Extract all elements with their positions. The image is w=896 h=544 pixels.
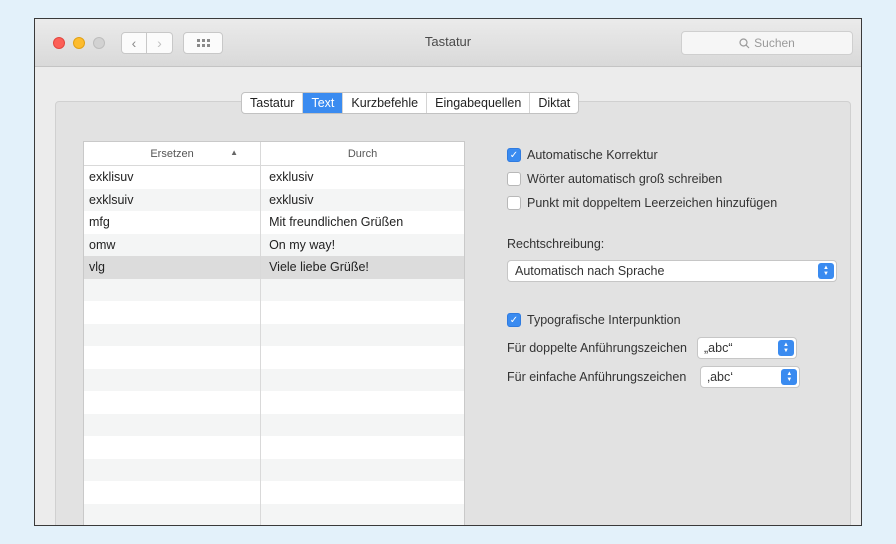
- search-field[interactable]: Suchen: [681, 31, 853, 55]
- tab-text[interactable]: Text: [303, 93, 344, 113]
- empty-row: [84, 503, 464, 525]
- single-quotes-select[interactable]: ‚abc‘ ▲ ▼: [700, 366, 801, 388]
- autocorrect-label: Automatische Korrektur: [527, 148, 658, 162]
- title-bar: ‹ › Tastatur Suchen: [35, 19, 861, 67]
- column-header-replace[interactable]: Ersetzen ▲: [84, 142, 262, 165]
- empty-row: [84, 436, 464, 459]
- tab-eingabequellen[interactable]: Eingabequellen: [427, 93, 531, 113]
- replace-cell[interactable]: omw: [84, 233, 262, 256]
- empty-row: [84, 458, 464, 481]
- autocorrect-checkbox[interactable]: ✓ Automatische Korrektur: [507, 143, 847, 167]
- tab-diktat[interactable]: Diktat: [530, 93, 578, 113]
- replace-cell[interactable]: exklisuv: [84, 166, 262, 189]
- column-header-with-label: Durch: [347, 147, 378, 160]
- search-icon: [739, 37, 750, 48]
- empty-row: [84, 301, 464, 324]
- double-quotes-value: „abc“: [704, 341, 733, 355]
- table-row[interactable]: exklisuv exklusiv: [84, 166, 464, 189]
- tab-bar: Tastatur Text Kurzbefehle Eingabequellen…: [241, 92, 580, 114]
- double-quotes-select[interactable]: „abc“ ▲ ▼: [697, 337, 797, 359]
- with-cell[interactable]: Mit freundlichen Grüßen: [261, 211, 464, 234]
- preferences-window: ‹ › Tastatur Suchen Tastatur Text Kurzbe…: [34, 18, 862, 526]
- double-quotes-label: Für doppelte Anführungszeichen: [507, 341, 687, 355]
- double-space-period-label: Punkt mit doppeltem Leerzeichen hinzufüg…: [527, 196, 778, 210]
- empty-row: [84, 391, 464, 414]
- typography-label: Typografische Interpunktion: [527, 313, 681, 327]
- checkmark-icon: ✓: [507, 148, 521, 162]
- tab-kurzbefehle[interactable]: Kurzbefehle: [343, 93, 428, 113]
- capitalize-label: Wörter automatisch groß schreiben: [527, 172, 723, 186]
- table-row[interactable]: omw On my way!: [84, 233, 464, 257]
- text-replacement-table: Ersetzen ▲ Durch exklisuv exklusiv exkls…: [83, 141, 465, 525]
- double-space-period-checkbox[interactable]: Punkt mit doppeltem Leerzeichen hinzufüg…: [507, 191, 847, 215]
- checkbox-empty-icon: [507, 172, 521, 186]
- options-panel: ✓ Automatische Korrektur Wörter automati…: [507, 143, 847, 251]
- with-cell[interactable]: On my way!: [261, 234, 464, 257]
- checkbox-empty-icon: [507, 196, 521, 210]
- single-quotes-value: ‚abc‘: [707, 370, 734, 384]
- empty-row: [84, 413, 464, 436]
- with-cell[interactable]: Viele liebe Grüße!: [261, 256, 464, 279]
- table-row-selected[interactable]: vlg Viele liebe Grüße!: [84, 256, 464, 279]
- single-quotes-label: Für einfache Anführungszeichen: [507, 370, 687, 384]
- replace-cell[interactable]: vlg: [84, 256, 262, 279]
- spelling-value: Automatisch nach Sprache: [515, 264, 665, 278]
- sort-ascending-icon: ▲: [230, 148, 239, 157]
- table-header: Ersetzen ▲ Durch: [84, 142, 464, 166]
- table-row[interactable]: mfg Mit freundlichen Grüßen: [84, 211, 464, 234]
- empty-row: [84, 323, 464, 346]
- checkmark-icon: ✓: [507, 313, 521, 327]
- single-quotes-row: Für einfache Anführungszeichen ‚abc‘ ▲ ▼: [507, 366, 801, 388]
- column-header-with[interactable]: Durch: [261, 142, 464, 165]
- empty-row: [84, 346, 464, 369]
- tab-tastatur[interactable]: Tastatur: [242, 93, 304, 113]
- capitalize-checkbox[interactable]: Wörter automatisch groß schreiben: [507, 167, 847, 191]
- with-cell[interactable]: exklusiv: [261, 189, 464, 212]
- typography-checkbox[interactable]: ✓ Typografische Interpunktion: [507, 308, 681, 332]
- double-quotes-row: Für doppelte Anführungszeichen „abc“ ▲ ▼: [507, 337, 797, 359]
- search-placeholder: Suchen: [754, 36, 795, 50]
- popup-arrows-icon: ▲ ▼: [818, 263, 834, 279]
- spelling-label: Rechtschreibung:: [507, 237, 605, 251]
- replace-cell[interactable]: mfg: [84, 211, 262, 234]
- popup-arrows-icon: ▲ ▼: [781, 369, 798, 385]
- replace-cell[interactable]: exklsuiv: [84, 188, 262, 211]
- table-body: exklisuv exklusiv exklsuiv exklusiv mfg …: [84, 166, 464, 525]
- with-cell[interactable]: exklusiv: [261, 166, 464, 189]
- spelling-select[interactable]: Automatisch nach Sprache ▲ ▼: [507, 260, 837, 282]
- empty-row: [84, 278, 464, 301]
- popup-arrows-icon: ▲ ▼: [778, 340, 794, 356]
- empty-row: [84, 368, 464, 391]
- table-row[interactable]: exklsuiv exklusiv: [84, 188, 464, 212]
- empty-row: [84, 481, 464, 504]
- column-header-replace-label: Ersetzen: [150, 147, 194, 160]
